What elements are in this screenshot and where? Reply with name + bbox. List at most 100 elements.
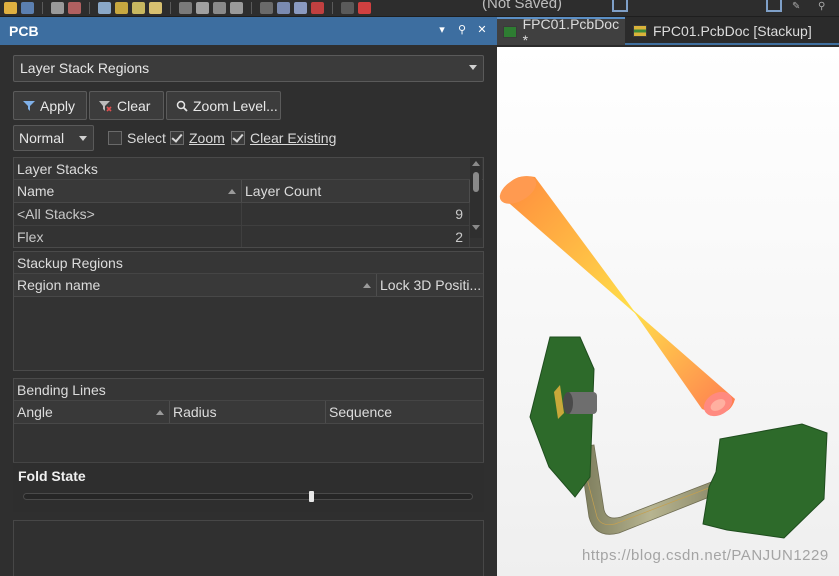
clear-existing-checkbox-box[interactable] <box>231 131 245 145</box>
zoom-level-label: Zoom Level... <box>193 97 278 114</box>
panel-mode-select[interactable]: Layer Stack Regions <box>13 55 484 82</box>
col-lock-3d-position[interactable]: Lock 3D Positi... <box>377 274 483 296</box>
layer-stacks-header: Name Layer Count <box>14 180 470 203</box>
scroll-down-icon[interactable] <box>472 225 480 230</box>
clear-button[interactable]: Clear <box>89 91 164 120</box>
edit-icon[interactable] <box>68 2 81 14</box>
filter-mode-select[interactable]: Normal <box>13 125 94 151</box>
document-status: (Not Saved) <box>482 0 563 12</box>
flex-cable <box>578 444 723 535</box>
flex-pcb-3d-render <box>499 176 828 539</box>
clear-existing-checkbox-label: Clear Existing <box>250 130 337 146</box>
fold-state-title: Fold State <box>18 468 86 484</box>
filter-icon <box>23 100 35 111</box>
align-icon[interactable] <box>294 2 307 14</box>
zoom-checkbox-label: Zoom <box>189 130 225 146</box>
select-checkbox-label: Select <box>127 130 166 146</box>
main-toolbar: (Not Saved) ✎ ⚲ <box>0 0 839 17</box>
col-angle[interactable]: Angle <box>14 401 170 423</box>
stackup-document-icon <box>633 25 647 37</box>
filter-mode-value: Normal <box>19 130 65 146</box>
col-layer-count[interactable]: Layer Count <box>242 180 470 202</box>
details-area <box>13 520 484 576</box>
stackup-regions-title: Stackup Regions <box>14 252 483 274</box>
document-tabs: FPC01.PcbDoc * FPC01.PcbDoc [Stackup] <box>497 16 839 48</box>
copy-icon[interactable] <box>196 2 209 14</box>
save-icon[interactable] <box>21 2 34 14</box>
cross-probe-icon[interactable] <box>341 2 354 14</box>
paste-icon[interactable] <box>213 2 226 14</box>
table-row[interactable]: <All Stacks> 9 <box>14 203 470 226</box>
search-tool-icon[interactable]: ⚲ <box>818 1 830 12</box>
col-radius[interactable]: Radius <box>170 401 326 423</box>
stack-count-cell: 9 <box>242 203 470 225</box>
watermark-text: https://blog.csdn.net/PANJUN1229 <box>582 547 829 564</box>
chevron-down-icon <box>79 136 87 141</box>
sort-asc-icon <box>363 283 371 288</box>
sort-asc-icon <box>228 189 236 194</box>
layer-stacks-scrollbar[interactable] <box>470 158 482 238</box>
fold-state-slider[interactable] <box>23 493 473 500</box>
cut-icon[interactable] <box>179 2 192 14</box>
panel-title: PCB <box>9 23 39 39</box>
clear-label: Clear <box>117 97 151 114</box>
select-checkbox[interactable]: Select <box>108 130 166 146</box>
sort-asc-icon <box>156 410 164 415</box>
bending-lines-title: Bending Lines <box>14 379 483 401</box>
chevron-down-icon <box>469 65 477 70</box>
zoom-fit-icon[interactable] <box>98 2 111 14</box>
clear-filter-icon <box>99 100 112 112</box>
apply-button[interactable]: Apply <box>13 91 87 120</box>
move-icon[interactable] <box>277 2 290 14</box>
zoom-in-icon[interactable] <box>149 2 162 14</box>
layer-stacks-section: Layer Stacks Name Layer Count <All Stack… <box>13 157 484 248</box>
open-folder-icon[interactable] <box>4 2 17 14</box>
clear-existing-checkbox[interactable]: Clear Existing <box>231 130 336 146</box>
tab-pcbdoc-label: FPC01.PcbDoc * <box>522 16 620 48</box>
app-window: (Not Saved) ✎ ⚲ PCB ▾ ⚲ ✕ Layer Stack Re… <box>0 0 839 576</box>
view-box-icon[interactable] <box>766 0 782 12</box>
tab-pcbdoc[interactable]: FPC01.PcbDoc * <box>497 16 625 48</box>
pin-tool-icon[interactable] <box>358 2 371 14</box>
toolbar-box-icon[interactable] <box>612 0 628 12</box>
table-row[interactable]: Flex 2 <box>14 226 470 247</box>
col-sequence[interactable]: Sequence <box>326 401 483 423</box>
fold-state-section: Fold State <box>13 462 484 512</box>
rigid-board-left <box>529 336 595 498</box>
duplicate-icon[interactable] <box>230 2 243 14</box>
magnifier-icon <box>176 100 188 112</box>
stackup-regions-section: Stackup Regions Region name Lock 3D Posi… <box>13 251 484 371</box>
tab-pcbdoc-stackup-label: FPC01.PcbDoc [Stackup] <box>653 23 812 39</box>
wrench-icon[interactable]: ✎ <box>792 1 804 12</box>
scroll-thumb[interactable] <box>473 172 479 192</box>
col-region-name[interactable]: Region name <box>14 274 377 296</box>
zoom-area-icon[interactable] <box>115 2 128 14</box>
print-icon[interactable] <box>51 2 64 14</box>
fold-state-slider-thumb[interactable] <box>309 491 314 502</box>
panel-mode-value: Layer Stack Regions <box>20 60 150 76</box>
panel-menu-icon[interactable]: ▾ <box>435 23 449 37</box>
zoom-select-icon[interactable] <box>132 2 145 14</box>
panel-header: PCB ▾ ⚲ ✕ <box>0 17 497 45</box>
zoom-checkbox[interactable]: Zoom <box>170 130 225 146</box>
pcb-3d-viewport[interactable]: https://blog.csdn.net/PANJUN1229 <box>497 47 839 576</box>
stack-name-cell: <All Stacks> <box>14 203 242 225</box>
scroll-up-icon[interactable] <box>472 161 480 166</box>
select-checkbox-box[interactable] <box>108 131 122 145</box>
col-name[interactable]: Name <box>14 180 242 202</box>
tab-pcbdoc-stackup[interactable]: FPC01.PcbDoc [Stackup] <box>627 17 839 45</box>
bending-lines-section: Bending Lines Angle Radius Sequence <box>13 378 484 463</box>
stackup-regions-header: Region name Lock 3D Positi... <box>14 274 483 297</box>
stack-count-cell: 2 <box>242 226 470 247</box>
pcb-document-icon <box>503 26 517 38</box>
pcb-panel: PCB ▾ ⚲ ✕ Layer Stack Regions Apply Clea… <box>0 17 497 576</box>
select-rect-icon[interactable] <box>260 2 273 14</box>
pin-icon[interactable]: ⚲ <box>455 23 469 37</box>
close-icon[interactable]: ✕ <box>475 23 489 37</box>
stack-name-cell: Flex <box>14 226 242 247</box>
bending-lines-header: Angle Radius Sequence <box>14 401 483 424</box>
zoom-checkbox-box[interactable] <box>170 131 184 145</box>
rigid-board-right <box>702 423 828 539</box>
zoom-level-button[interactable]: Zoom Level... <box>166 91 281 120</box>
deselect-icon[interactable] <box>311 2 324 14</box>
